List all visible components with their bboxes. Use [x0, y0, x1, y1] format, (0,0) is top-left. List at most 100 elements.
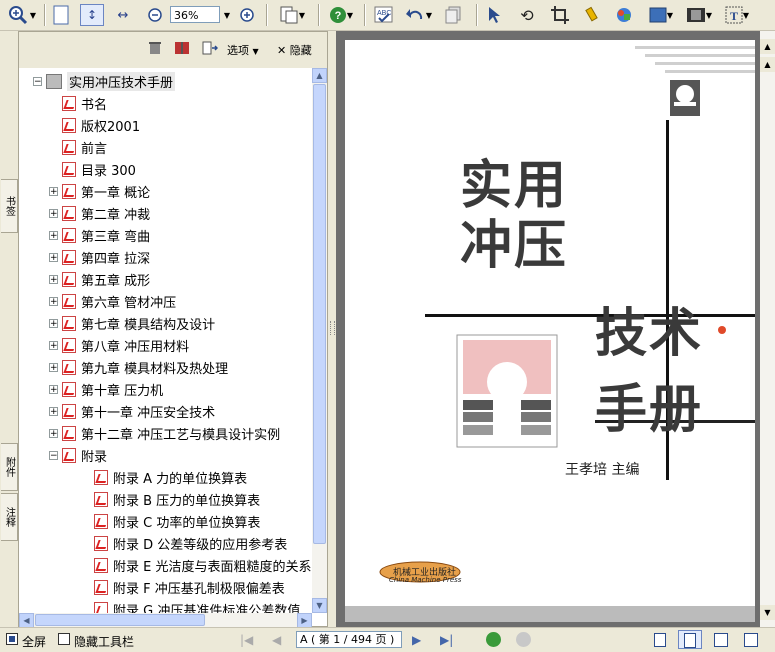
bookmark-item[interactable]: + 第一章 概论	[49, 180, 150, 202]
hide-toolbar-button[interactable]: 隐藏工具栏	[74, 633, 134, 650]
page-number-field[interactable]: A ( 第 1 / 494 页 )	[296, 631, 402, 648]
expand-icon[interactable]: +	[49, 252, 58, 262]
tab-notes[interactable]: 注释	[1, 493, 18, 541]
bookmark-item[interactable]: + 第八章 冲压用材料	[49, 334, 189, 356]
go-back-icon[interactable]	[486, 632, 501, 647]
tab-bookmarks[interactable]: 书签	[1, 179, 18, 233]
go-forward-icon[interactable]	[516, 632, 531, 647]
hand-tool-icon[interactable]: ⟲	[516, 4, 538, 26]
next-page-icon[interactable]: ▶	[412, 633, 421, 647]
scrollbar-thumb[interactable]	[313, 84, 326, 544]
svg-text:T: T	[730, 9, 738, 23]
expand-icon[interactable]: +	[49, 318, 58, 328]
bookmark-item[interactable]: 附录 B 压力的单位换算表	[81, 488, 260, 510]
bookmark-item[interactable]: 目录 300	[49, 158, 136, 180]
help-icon[interactable]: ? ▼	[324, 4, 358, 26]
expand-icon[interactable]: +	[49, 340, 58, 350]
bookmark-item[interactable]: 附录 G 冲压基准件标准公差数值	[81, 598, 300, 613]
bookmark-item[interactable]: + 第三章 弯曲	[49, 224, 150, 246]
main-toolbar: ▼ ↕ ↔ 36% ▼ ▼ ? ▼ ABC ▼ ⟲ ▼ ▼ T ▼	[0, 0, 775, 31]
bookmark-item[interactable]: 附录 E 光洁度与表面粗糙度的关系	[81, 554, 311, 576]
expand-icon[interactable]: +	[49, 296, 58, 306]
facing-pages-icon[interactable]	[714, 633, 728, 647]
expand-icon[interactable]: +	[49, 186, 58, 196]
undo-icon[interactable]: ▼	[402, 4, 436, 26]
expand-icon[interactable]: +	[49, 362, 58, 372]
bookmark-item[interactable]: + 第九章 模具材料及热处理	[49, 356, 228, 378]
fit-width-icon[interactable]: ↔	[112, 4, 134, 26]
bookmark-item[interactable]: 版权2001	[49, 114, 140, 136]
zoom-increase-icon[interactable]	[237, 4, 257, 26]
copy-icon[interactable]	[442, 4, 464, 26]
fit-height-icon[interactable]: ↕	[80, 4, 104, 26]
bookmark-item[interactable]: 书名	[49, 92, 107, 114]
zoom-input[interactable]: 36%	[170, 6, 220, 23]
options-menu[interactable]: 选项 ▼	[227, 42, 259, 58]
zoom-dropdown-icon[interactable]: ▼	[221, 4, 233, 26]
prev-page-icon[interactable]: ◀	[272, 633, 281, 647]
bookmark-item[interactable]: 附录 D 公差等级的应用参考表	[81, 532, 287, 554]
zoom-in-icon[interactable]: ▼	[4, 4, 40, 26]
stamp-icon[interactable]	[612, 4, 636, 26]
scroll-top-icon[interactable]: ▲	[760, 57, 775, 72]
film-icon[interactable]: ▼	[682, 4, 716, 26]
cover-page[interactable]: 实用 冲压 技术 手册 王孝培 主编 机械工业出版社 China Machine…	[345, 40, 755, 622]
panel-splitter[interactable]	[328, 31, 336, 627]
cover-title-line4: 手册	[595, 380, 704, 440]
bookmark-item[interactable]: 附录 F 冲压基孔制极限偏差表	[81, 576, 285, 598]
document-vertical-scrollbar[interactable]: ▲ ▲ ▼	[760, 31, 775, 627]
bookmark-vertical-scrollbar[interactable]: ▲ ▼	[312, 68, 327, 613]
expand-icon[interactable]: +	[49, 384, 58, 394]
first-page-icon[interactable]: |◀	[240, 633, 253, 647]
hide-panel-button[interactable]: ✕ 隐藏	[277, 42, 312, 58]
hide-toolbar-icon[interactable]	[58, 633, 70, 645]
fullscreen-button[interactable]: 全屏	[22, 633, 46, 650]
collapse-icon[interactable]: −	[49, 450, 58, 460]
text-select-icon[interactable]: T ▼	[720, 4, 754, 26]
fullscreen-icon[interactable]	[6, 633, 18, 645]
expand-icon[interactable]: +	[49, 208, 58, 218]
rectangle-icon[interactable]: ▼	[644, 4, 678, 26]
last-page-icon[interactable]: ▶|	[440, 633, 453, 647]
bookmark-expand-icon[interactable]	[201, 40, 219, 56]
scroll-up-icon[interactable]: ▲	[312, 68, 327, 83]
collapse-icon[interactable]: −	[33, 76, 42, 86]
tree-root[interactable]: − 实用冲压技术手册	[33, 70, 176, 92]
page-fit-icon[interactable]	[50, 4, 72, 26]
scroll-right-icon[interactable]: ▶	[297, 613, 312, 628]
zoom-out-icon[interactable]	[145, 4, 165, 26]
continuous-facing-icon[interactable]	[744, 633, 758, 647]
page-layout-icon[interactable]: ▼	[274, 4, 310, 26]
expand-icon[interactable]: +	[49, 274, 58, 284]
bookmark-item[interactable]: + 第四章 拉深	[49, 246, 150, 268]
bookmark-item[interactable]: + 第十二章 冲压工艺与模具设计实例	[49, 422, 280, 444]
expand-icon[interactable]: +	[49, 230, 58, 240]
book-icon[interactable]	[173, 40, 191, 56]
tab-attachments[interactable]: 附件	[1, 443, 18, 491]
select-arrow-icon[interactable]	[484, 4, 504, 26]
bookmark-item[interactable]: 附录 C 功率的单位换算表	[81, 510, 260, 532]
scroll-up-icon[interactable]: ▲	[760, 39, 775, 54]
bookmark-item[interactable]: 附录 A 力的单位换算表	[81, 466, 247, 488]
highlighter-icon[interactable]	[580, 4, 604, 26]
bookmark-item[interactable]: − 附录	[49, 444, 107, 466]
bookmark-item[interactable]: + 第十一章 冲压安全技术	[49, 400, 215, 422]
continuous-page-icon[interactable]	[678, 630, 702, 649]
bookmark-item[interactable]: + 第十章 压力机	[49, 378, 163, 400]
delete-icon[interactable]	[147, 40, 163, 56]
hscrollbar-thumb[interactable]	[35, 614, 205, 626]
expand-icon[interactable]: +	[49, 406, 58, 416]
scroll-down-icon[interactable]: ▼	[760, 605, 775, 620]
single-page-icon[interactable]	[654, 633, 666, 647]
spellcheck-icon[interactable]: ABC	[372, 4, 396, 26]
bookmark-item[interactable]: + 第七章 模具结构及设计	[49, 312, 215, 334]
bookmark-item[interactable]: + 第六章 管材冲压	[49, 290, 176, 312]
bookmark-item[interactable]: + 第五章 成形	[49, 268, 150, 290]
bookmark-item[interactable]: + 第二章 冲裁	[49, 202, 150, 224]
scroll-left-icon[interactable]: ◀	[19, 613, 34, 628]
bookmark-item[interactable]: 前言	[49, 136, 107, 158]
expand-icon[interactable]: +	[49, 428, 58, 438]
crop-icon[interactable]	[548, 4, 572, 26]
bookmark-horizontal-scrollbar[interactable]: ◀ ▶	[19, 613, 312, 628]
scroll-down-icon[interactable]: ▼	[312, 598, 327, 613]
